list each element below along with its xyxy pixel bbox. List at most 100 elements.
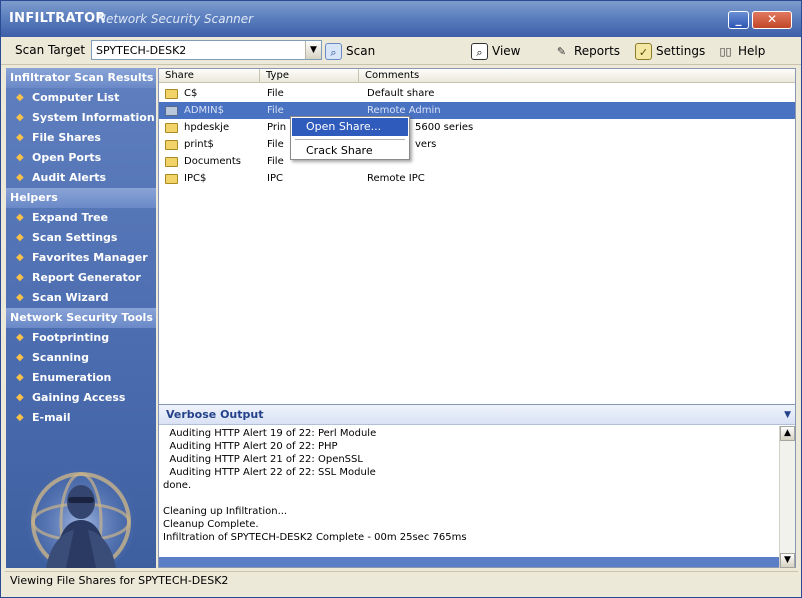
share-name: C$ <box>184 88 198 99</box>
verbose-line: Infiltration of SPYTECH-DESK2 Complete -… <box>163 532 467 543</box>
sidebar-item-label: Computer List <box>32 91 120 104</box>
verbose-line: Auditing HTTP Alert 20 of 22: PHP <box>163 441 338 452</box>
share-type: File <box>267 156 284 167</box>
help-button-label: Help <box>738 44 766 58</box>
table-row[interactable]: C$ File Default share <box>159 85 795 102</box>
help-button[interactable]: ▯▯ Help <box>717 41 765 61</box>
close-button[interactable]: ✕ <box>752 11 792 29</box>
sidebar-item-scanning[interactable]: ◆ Scanning <box>6 348 156 368</box>
bullet-icon: ◆ <box>16 92 24 103</box>
bullet-icon: ◆ <box>16 392 24 403</box>
sidebar-item-label: Enumeration <box>32 371 112 384</box>
sidebar-item-enumeration[interactable]: ◆ Enumeration <box>6 368 156 388</box>
context-menu: Open Share... Crack Share <box>290 116 410 160</box>
scroll-down-icon[interactable]: ▼ <box>780 553 795 568</box>
sidebar-item-footprinting[interactable]: ◆ Footprinting <box>6 328 156 348</box>
sidebar-item-system-information[interactable]: ◆ System Information <box>6 108 156 128</box>
chevron-down-icon[interactable]: ▼ <box>305 41 321 59</box>
verbose-output-header[interactable]: Verbose Output ▼ <box>159 405 795 425</box>
bullet-icon: ◆ <box>16 272 24 283</box>
column-header-comments[interactable]: Comments <box>359 69 795 83</box>
share-comment: vers <box>415 139 437 150</box>
verbose-line: Auditing HTTP Alert 22 of 22: SSL Module <box>163 467 376 478</box>
table-row[interactable]: hpdeskje Prin 5600 series <box>159 119 795 136</box>
scroll-up-icon[interactable]: ▲ <box>780 426 795 441</box>
share-name: Documents <box>184 156 242 167</box>
sidebar-item-label: Report Generator <box>32 271 141 284</box>
table-row[interactable]: ADMIN$ File Remote Admin <box>159 102 795 119</box>
scan-button[interactable]: ⌕ Scan <box>325 41 375 61</box>
folder-icon <box>165 174 178 184</box>
sidebar-item-computer-list[interactable]: ◆ Computer List <box>6 88 156 108</box>
infiltrator-logo-icon <box>26 465 136 568</box>
share-type: File <box>267 139 284 150</box>
share-comment: 5600 series <box>415 122 474 133</box>
share-name: IPC$ <box>184 173 207 184</box>
sidebar-section-scan-results: Infiltrator Scan Results <box>6 68 156 88</box>
sidebar-item-report-generator[interactable]: ◆ Report Generator <box>6 268 156 288</box>
book-icon: ▯▯ <box>719 44 732 58</box>
app-brand: INFILTRATOR <box>9 11 106 26</box>
shared-folder-icon <box>165 106 178 116</box>
title-bar[interactable]: INFILTRATOR Network Security Scanner _ ✕ <box>1 1 801 37</box>
scan-target-combo[interactable]: SPYTECH-DESK2 ▼ <box>91 40 322 60</box>
sidebar-section-helpers: Helpers <box>6 188 156 208</box>
sidebar-item-email[interactable]: ◆ E-mail <box>6 408 156 428</box>
verbose-output-title: Verbose Output <box>166 408 264 421</box>
sidebar-item-scan-wizard[interactable]: ◆ Scan Wizard <box>6 288 156 308</box>
share-comment: Default share <box>367 88 435 99</box>
app-window: INFILTRATOR Network Security Scanner _ ✕… <box>0 0 802 598</box>
bullet-icon: ◆ <box>16 352 24 363</box>
reports-button[interactable]: ✎ Reports <box>553 41 620 61</box>
sidebar-item-scan-settings[interactable]: ◆ Scan Settings <box>6 228 156 248</box>
table-row[interactable]: IPC$ IPC Remote IPC <box>159 170 795 187</box>
column-header-type[interactable]: Type <box>260 69 359 83</box>
share-type: Prin <box>267 122 287 133</box>
verbose-line: done. <box>163 480 192 491</box>
scan-button-label: Scan <box>346 44 376 58</box>
bullet-icon: ◆ <box>16 252 24 263</box>
column-header-share[interactable]: Share <box>159 69 260 83</box>
verbose-line: Cleanup Complete. <box>163 519 259 530</box>
share-comment: Remote IPC <box>367 173 425 184</box>
toolbar: Scan Target SPYTECH-DESK2 ▼ ⌕ Scan ⌕ Vie… <box>1 37 801 65</box>
sidebar-item-file-shares[interactable]: ◆ File Shares <box>6 128 156 148</box>
sidebar-item-label: Audit Alerts <box>32 171 107 184</box>
minimize-button[interactable]: _ <box>728 11 749 29</box>
verbose-scrollbar[interactable]: ▲ ▼ <box>779 426 795 568</box>
open-share-menu-item[interactable]: Open Share... <box>292 118 408 136</box>
view-icon: ⌕ <box>471 42 488 60</box>
folder-icon <box>165 157 178 167</box>
verbose-progress-strip <box>159 557 779 567</box>
sidebar-item-label: E-mail <box>32 411 71 424</box>
sidebar-item-open-ports[interactable]: ◆ Open Ports <box>6 148 156 168</box>
verbose-line: Cleaning up Infiltration... <box>163 506 288 517</box>
verbose-line: Auditing HTTP Alert 19 of 22: Perl Modul… <box>163 428 377 439</box>
status-bar: Viewing File Shares for SPYTECH-DESK2 <box>5 571 798 591</box>
sidebar-item-audit-alerts[interactable]: ◆ Audit Alerts <box>6 168 156 188</box>
scan-target-label: Scan Target <box>15 43 86 57</box>
settings-button-label: Settings <box>656 44 706 58</box>
scan-target-value: SPYTECH-DESK2 <box>96 44 187 57</box>
folder-icon <box>165 140 178 150</box>
bullet-icon: ◆ <box>16 152 24 163</box>
share-type: File <box>267 105 284 116</box>
bullet-icon: ◆ <box>16 112 24 123</box>
sidebar-item-label: Scanning <box>32 351 90 364</box>
sidebar-item-label: Open Ports <box>32 151 102 164</box>
sidebar-item-gaining-access[interactable]: ◆ Gaining Access <box>6 388 156 408</box>
sidebar-item-favorites-manager[interactable]: ◆ Favorites Manager <box>6 248 156 268</box>
table-row[interactable]: Documents File <box>159 153 795 170</box>
sidebar-item-label: Scan Wizard <box>32 291 109 304</box>
bullet-icon: ◆ <box>16 132 24 143</box>
sidebar-item-label: System Information <box>32 111 155 124</box>
table-row[interactable]: print$ File vers <box>159 136 795 153</box>
crack-share-menu-item[interactable]: Crack Share <box>292 142 408 160</box>
share-type: IPC <box>267 173 283 184</box>
sidebar-item-expand-tree[interactable]: ◆ Expand Tree <box>6 208 156 228</box>
verbose-line: Auditing HTTP Alert 21 of 22: OpenSSL <box>163 454 363 465</box>
view-button[interactable]: ⌕ View <box>471 41 520 61</box>
collapse-icon[interactable]: ▼ <box>784 405 791 425</box>
settings-button[interactable]: ✓ Settings <box>635 41 705 61</box>
magnifier-icon: ⌕ <box>325 42 342 60</box>
